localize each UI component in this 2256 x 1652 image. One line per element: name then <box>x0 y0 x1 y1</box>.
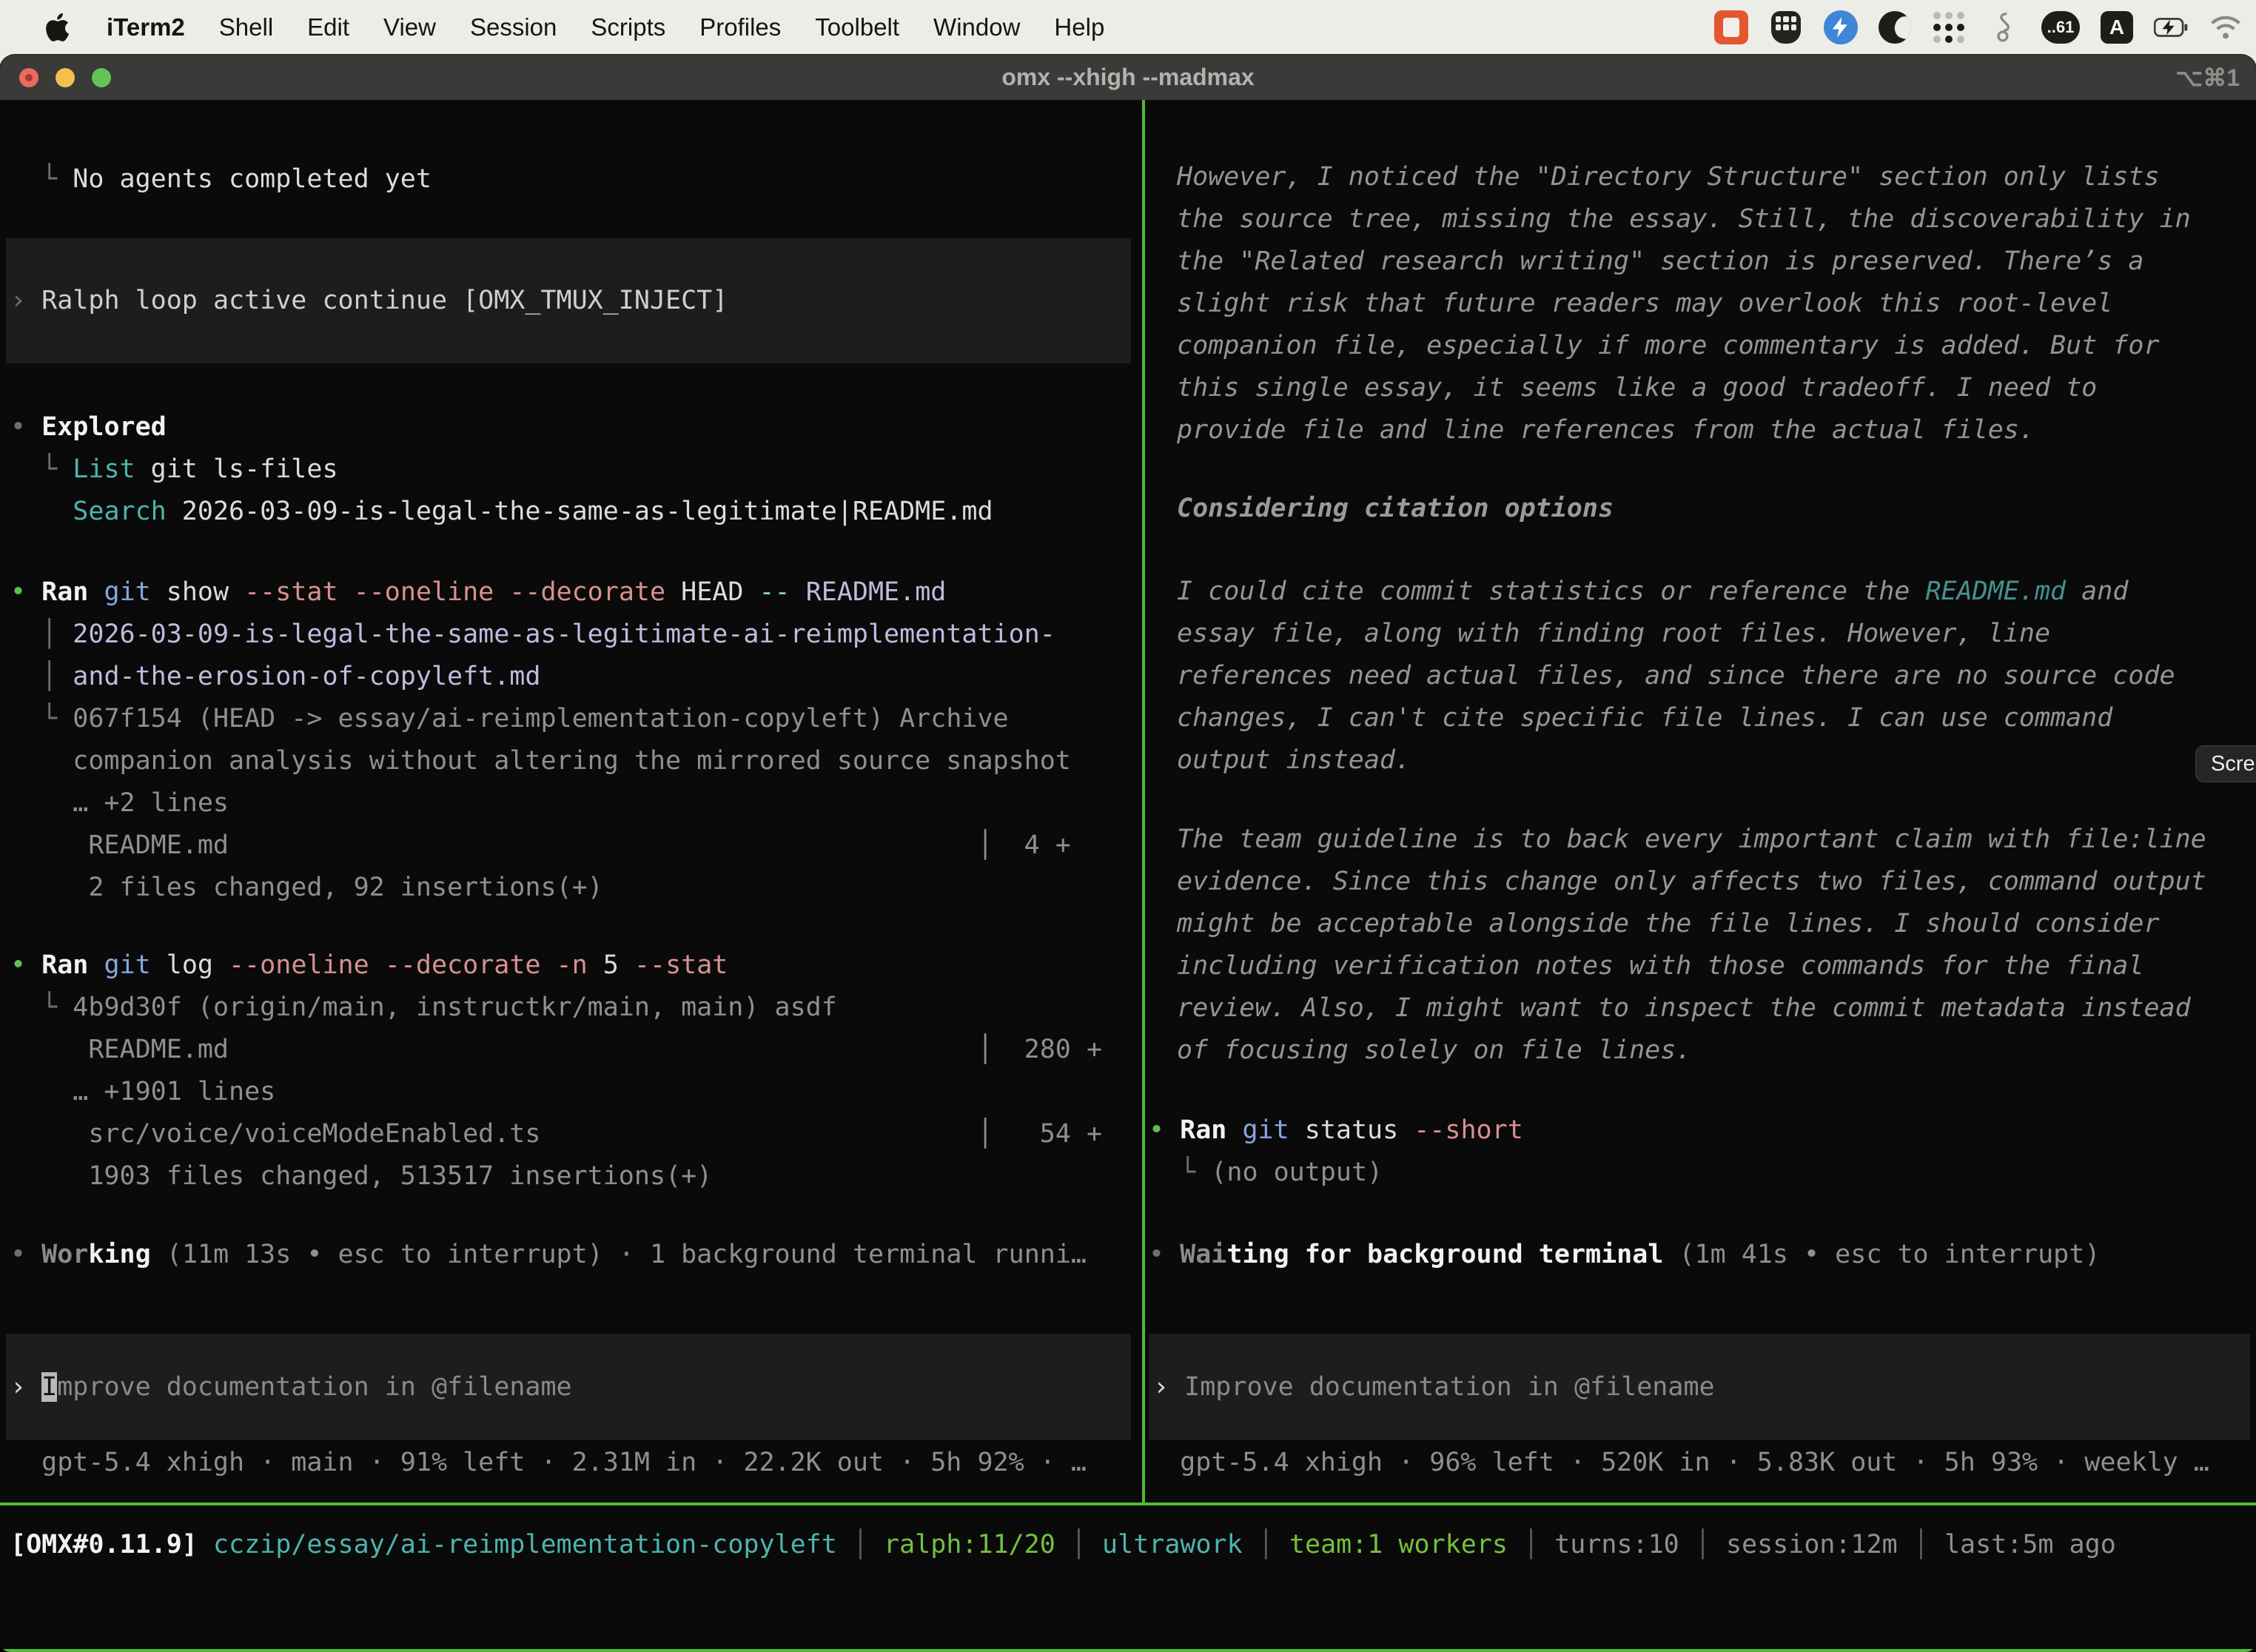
pane-divider-horizontal[interactable] <box>0 1502 2256 1505</box>
apple-logo-icon[interactable] <box>41 11 71 44</box>
window-title-bar[interactable]: omx --xhigh --madmax ⌥⌘1 <box>0 55 2256 100</box>
thinking-line: the source tree, missing the essay. Stil… <box>1177 198 2256 241</box>
prompt-placeholder: › Improve documentation in @filename <box>1153 1366 1715 1408</box>
thinking-heading: Considering citation options <box>1177 488 2256 530</box>
terminal-line: 2 files changed, 92 insertions(+) <box>10 867 1142 909</box>
left-prompt-input[interactable]: › Improve documentation in @filename <box>6 1334 1131 1440</box>
input-source-icon[interactable]: A <box>2101 11 2133 44</box>
menu-item-view[interactable]: View <box>383 13 436 41</box>
left-model-status-line: gpt-5.4 xhigh · main · 91% left · 2.31M … <box>10 1442 1142 1484</box>
menu-items: iTerm2 Shell Edit View Session Scripts P… <box>107 13 1104 41</box>
pane-divider-vertical[interactable] <box>1142 100 1145 1505</box>
ran-git-log-section: • Ran git log --oneline --decorate -n 5 … <box>0 944 1142 1198</box>
window-title: omx --xhigh --madmax <box>0 64 2256 91</box>
menu-item-scripts[interactable]: Scripts <box>591 13 665 41</box>
thinking-line: the "Related research writing" section i… <box>1177 241 2256 283</box>
terminal-content[interactable]: └ No agents completed yet › Ralph loop a… <box>0 100 2256 1652</box>
ran-git-show-section: • Ran git show --stat --oneline --decora… <box>0 571 1142 909</box>
menu-item-window[interactable]: Window <box>933 13 1020 41</box>
terminal-line: └ 067f154 (HEAD -> essay/ai-reimplementa… <box>10 698 1142 740</box>
wifi-icon[interactable] <box>2209 10 2243 44</box>
inject-prompt-box[interactable]: › Ralph loop active continue [OMX_TMUX_I… <box>6 238 1131 363</box>
screen-recording-icon[interactable] <box>1714 10 1748 44</box>
menu-item-profiles[interactable]: Profiles <box>699 13 781 41</box>
prompt-placeholder: › Improve documentation in @filename <box>10 1366 572 1408</box>
kaleidoscope-icon[interactable] <box>1879 11 1911 44</box>
tmux-host-clock-label: "MacBook-Pro-44.local" 04:52 31-Mar-26 <box>1654 1649 2247 1652</box>
window-shortcut-badge: ⌥⌘1 <box>2175 64 2240 92</box>
tmux-session-label: [omx-cczip0:bash* <box>9 1649 274 1652</box>
right-model-status-line: gpt-5.4 xhigh · 96% left · 520K in · 5.8… <box>1149 1442 2256 1484</box>
thinking-line: However, I noticed the "Directory Struct… <box>1177 156 2256 198</box>
tmux-status-bar: [omx-cczip0:bash* "MacBook-Pro-44.local"… <box>0 1649 2256 1652</box>
inject-line: › Ralph loop active continue [OMX_TMUX_I… <box>10 280 728 322</box>
thinking-line: provide file and line references from th… <box>1177 409 2256 451</box>
terminal-line: … +2 lines <box>10 782 1142 825</box>
thinking-paragraph-3: The team guideline is to back every impo… <box>1145 819 2256 1072</box>
app-grid-icon[interactable] <box>1932 10 1966 44</box>
thinking-line: including verification notes with those … <box>1177 945 2256 987</box>
keyboard-shield-icon[interactable] <box>1769 10 1803 44</box>
terminal-line: README.md │ 4 + <box>10 825 1142 867</box>
menu-item-session[interactable]: Session <box>470 13 557 41</box>
thinking-line: this single essay, it seems like a good … <box>1177 367 2256 409</box>
terminal-line: src/voice/voiceModeEnabled.ts │ 54 + <box>10 1113 1142 1155</box>
battery-61-badge-icon[interactable]: ..61 <box>2041 11 2080 44</box>
right-prompt-input[interactable]: › Improve documentation in @filename <box>1149 1334 2250 1440</box>
terminal-line: … +1901 lines <box>10 1071 1142 1113</box>
terminal-line: 1903 files changed, 513517 insertions(+) <box>10 1155 1142 1198</box>
omx-status-line: [OMX#0.11.9] cczip/essay/ai-reimplementa… <box>0 1524 2256 1566</box>
terminal-line: └ (no output) <box>1149 1152 2256 1194</box>
thinking-line: output instead. <box>1177 739 2256 782</box>
thinking-line: I could cite commit statistics or refere… <box>1177 571 2256 613</box>
terminal-line: │ 2026-03-09-is-legal-the-same-as-legiti… <box>10 614 1142 656</box>
explored-header: • Explored <box>10 406 1142 449</box>
omx-status-tokens: [OMX#0.11.9] cczip/essay/ai-reimplementa… <box>10 1524 2256 1566</box>
thinking-line: slight risk that future readers may over… <box>1177 283 2256 325</box>
menu-item-shell[interactable]: Shell <box>219 13 273 41</box>
menu-item-iterm2[interactable]: iTerm2 <box>107 13 185 41</box>
menu-item-edit[interactable]: Edit <box>307 13 349 41</box>
ran-command-line: • Ran git show --stat --oneline --decora… <box>10 571 1142 614</box>
ran-git-status-section: • Ran git status --short └ (no output) <box>1145 1109 2256 1194</box>
working-status-line: • Working (11m 13s • esc to interrupt) ·… <box>10 1234 1142 1276</box>
badge-61-label: ..61 <box>2047 18 2075 37</box>
agents-note-line: └ No agents completed yet <box>10 158 1142 201</box>
menu-bar-status-icons: ..61 A <box>1714 0 2243 55</box>
terminal-line: companion analysis without altering the … <box>10 740 1142 782</box>
thinking-line: changes, I can't cite specific file line… <box>1177 697 2256 739</box>
input-a-label: A <box>2109 16 2124 39</box>
ran-command-line: • Ran git status --short <box>1149 1109 2256 1152</box>
thinking-paragraph-2: I could cite commit statistics or refere… <box>1145 571 2256 782</box>
terminal-line: └ List git ls-files <box>10 449 1142 491</box>
tooltip-text: Scre <box>2211 743 2255 785</box>
thinking-line: essay file, along with finding root file… <box>1177 613 2256 655</box>
hook-icon[interactable] <box>1987 10 2021 44</box>
terminal-line: README.md │ 280 + <box>10 1029 1142 1071</box>
ran-command-line: • Ran git log --oneline --decorate -n 5 … <box>10 944 1142 987</box>
hover-tooltip: Scre <box>2195 745 2256 782</box>
thinking-paragraph-1: However, I noticed the "Directory Struct… <box>1145 156 2256 451</box>
thinking-line: evidence. Since this change only affects… <box>1177 861 2256 903</box>
terminal-line: │ and-the-erosion-of-copyleft.md <box>10 656 1142 698</box>
speedtest-icon[interactable] <box>1824 10 1858 44</box>
battery-icon[interactable] <box>2154 10 2188 44</box>
waiting-status-line: • Waiting for background terminal (1m 41… <box>1149 1234 2256 1276</box>
thinking-line: of focusing solely on file lines. <box>1177 1030 2256 1072</box>
menu-item-toolbelt[interactable]: Toolbelt <box>815 13 899 41</box>
iterm2-window: omx --xhigh --madmax ⌥⌘1 └ No agents com… <box>0 55 2256 1652</box>
terminal-line: └ 4b9d30f (origin/main, instructkr/main,… <box>10 987 1142 1029</box>
menu-item-help[interactable]: Help <box>1054 13 1104 41</box>
thinking-line: The team guideline is to back every impo… <box>1177 819 2256 861</box>
thinking-line: companion file, especially if more comme… <box>1177 325 2256 367</box>
thinking-line: review. Also, I might want to inspect th… <box>1177 987 2256 1030</box>
terminal-line: Search 2026-03-09-is-legal-the-same-as-l… <box>10 491 1142 533</box>
thinking-line: references need actual files, and since … <box>1177 655 2256 697</box>
explored-section: • Explored └ List git ls-files Search 20… <box>0 406 1142 533</box>
thinking-line: might be acceptable alongside the file l… <box>1177 903 2256 945</box>
